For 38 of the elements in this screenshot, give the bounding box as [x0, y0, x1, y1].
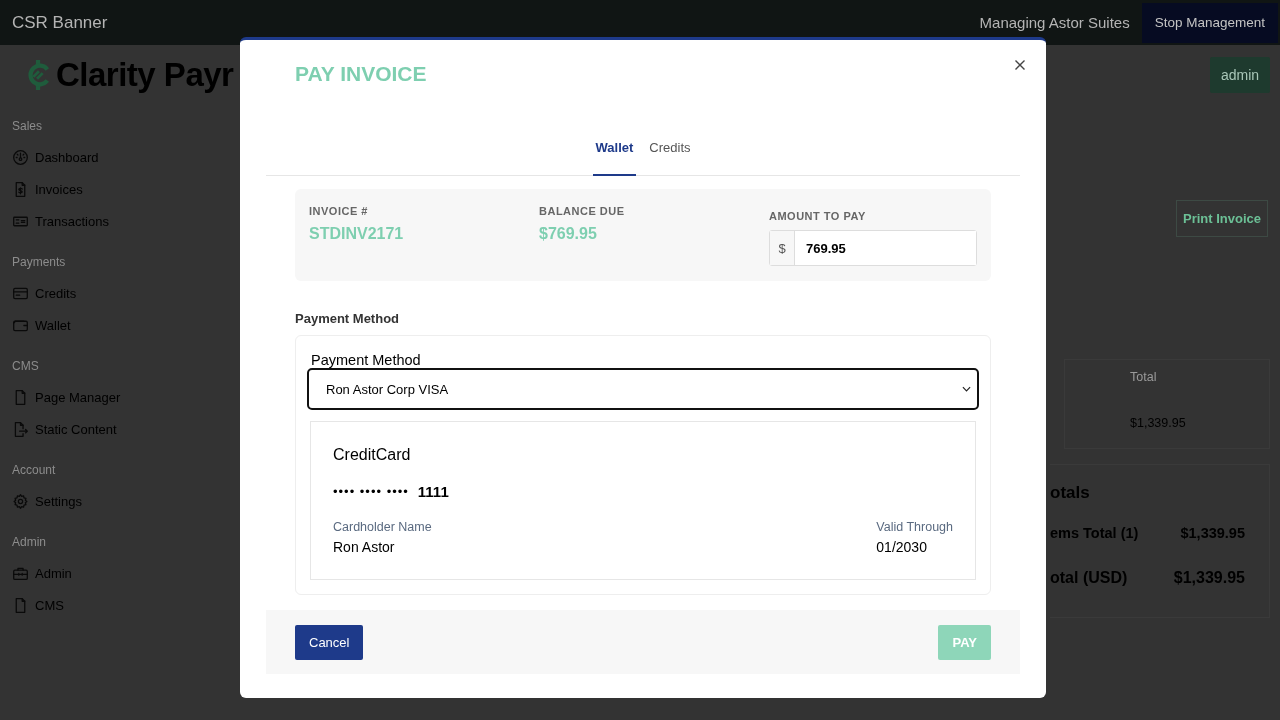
stop-management-button[interactable]: Stop Management	[1141, 2, 1278, 43]
user-button[interactable]: admin	[1210, 57, 1270, 93]
tab[interactable]: Wallet	[592, 140, 637, 176]
cardholder-name: Ron Astor	[333, 539, 396, 555]
section-heading: Admin	[12, 535, 47, 549]
expiry-date: 01/2030	[876, 539, 928, 555]
managing-label: Managing Astor Suites	[979, 14, 1130, 31]
field-label: INVOICE #	[309, 205, 369, 217]
field-label: Valid Through	[876, 520, 953, 534]
section-heading: Payments	[12, 255, 67, 269]
cancel-button[interactable]: Cancel	[295, 624, 364, 660]
print-invoice-button[interactable]: Print Invoice	[1175, 200, 1268, 237]
tab[interactable]: Credits	[646, 140, 694, 176]
masked-digits: •••• •••• ••••	[333, 484, 409, 499]
payment-method-select[interactable]: Ron Astor Corp VISA	[307, 368, 979, 410]
close-icon	[1014, 59, 1026, 71]
field-label: BALANCE DUE	[539, 205, 626, 217]
card-type: CreditCard	[333, 446, 412, 464]
card-last-digits: 1111	[417, 483, 449, 500]
chevron-down-icon	[962, 386, 971, 392]
close-button[interactable]	[1014, 59, 1026, 71]
balance-due: $769.95	[539, 225, 598, 243]
settings-icon	[12, 492, 29, 510]
column-header: Total	[1130, 370, 1157, 384]
currency-prefix: $	[770, 231, 795, 265]
section-heading: CMS	[12, 359, 40, 373]
banner-title: CSR Banner	[12, 12, 108, 33]
document-arrow-icon	[12, 420, 29, 438]
modal-title: PAY INVOICE	[295, 62, 427, 86]
amount-field[interactable]: $ 769.95	[769, 230, 977, 266]
invoice-number: STDINV2171	[309, 225, 405, 243]
field-label: AMOUNT TO PAY	[769, 210, 867, 222]
gauge-icon	[12, 148, 29, 166]
field-label: Payment Method	[310, 352, 422, 368]
section-heading: Sales	[12, 119, 44, 133]
field-label: Cardholder Name	[333, 520, 432, 534]
section-heading: Account	[12, 463, 57, 477]
section-heading: Payment Method	[295, 311, 400, 326]
